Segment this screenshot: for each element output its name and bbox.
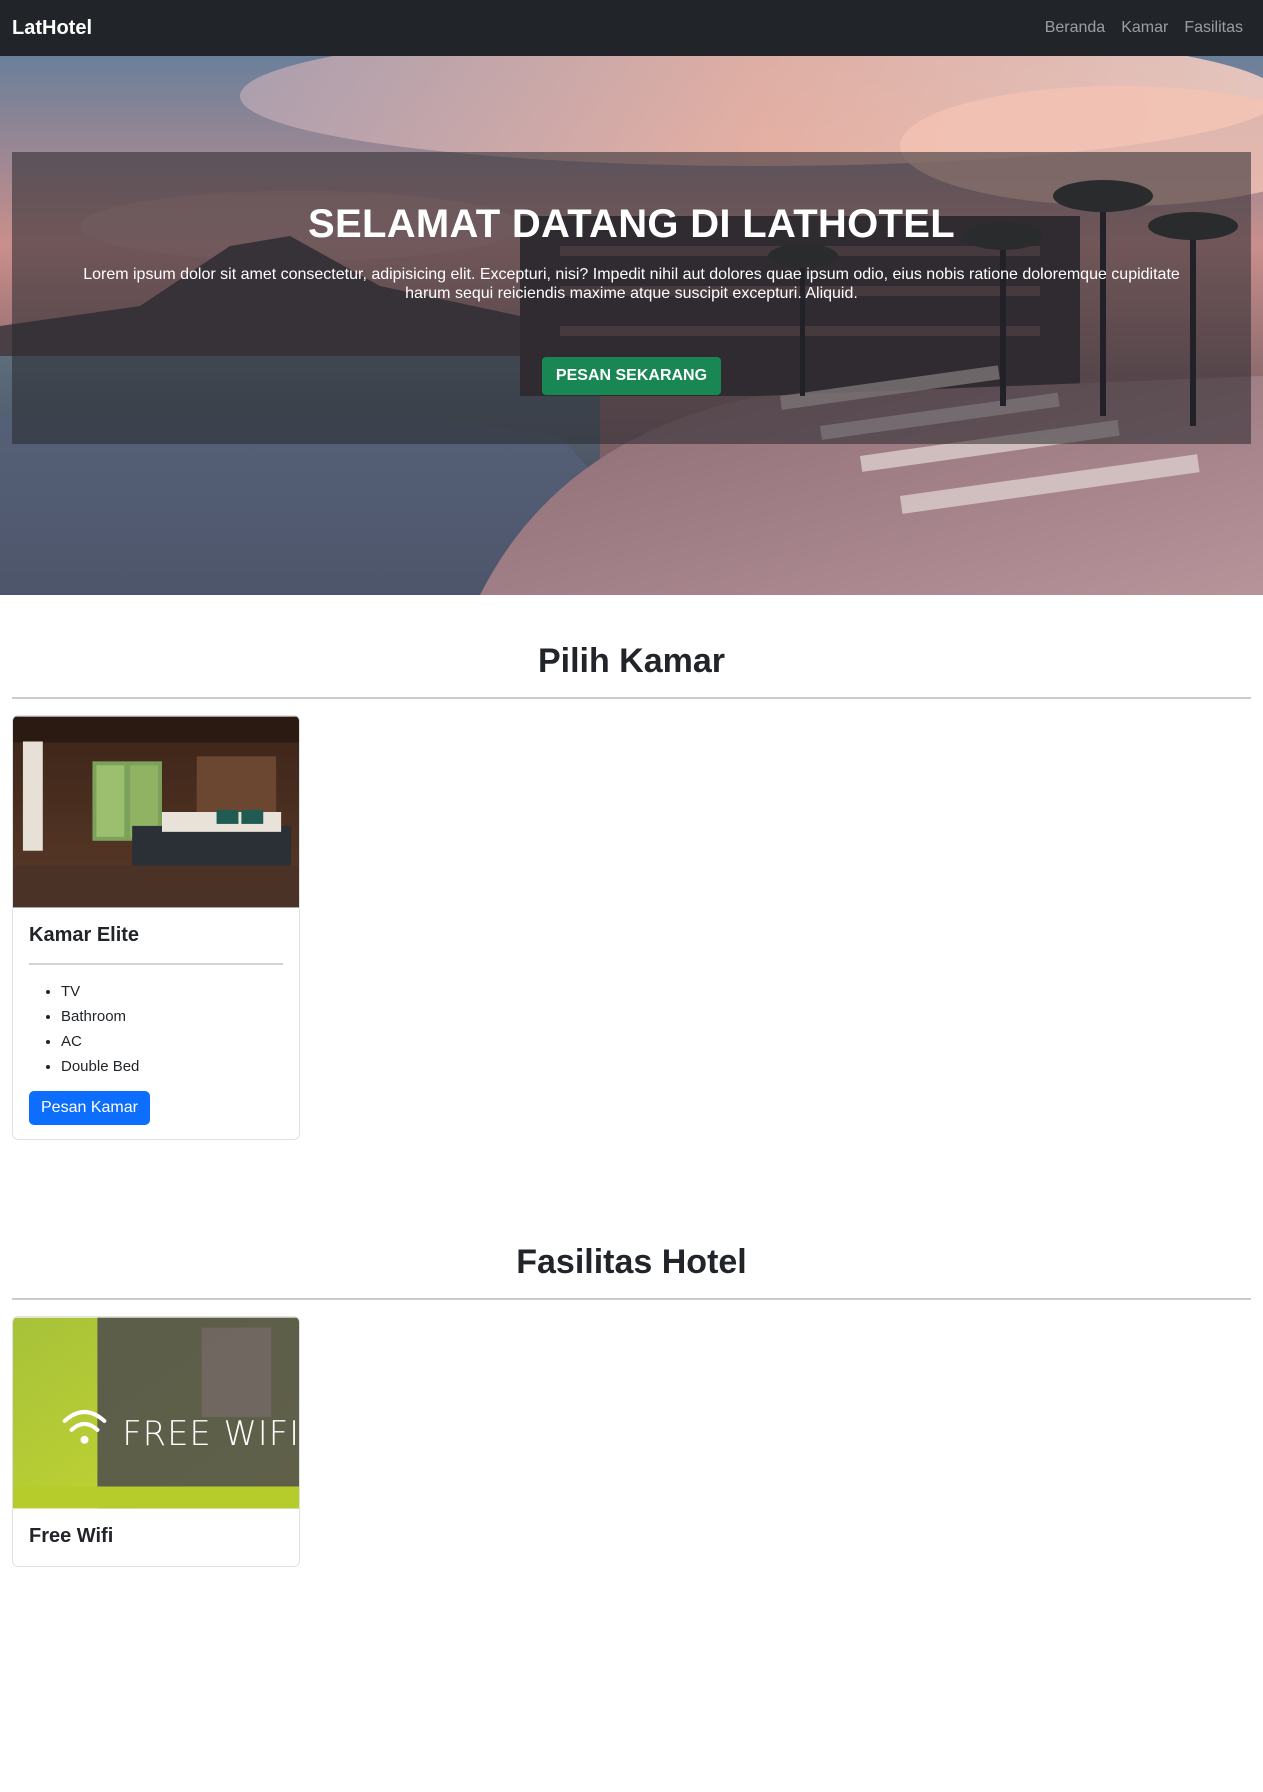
- book-room-button[interactable]: Pesan Kamar: [29, 1091, 150, 1125]
- room-feature-item: Bathroom: [61, 1004, 283, 1029]
- hero-description: Lorem ipsum dolor sit amet consectetur, …: [83, 266, 1180, 302]
- facility-sign-text: FREE WIFI: [122, 1414, 299, 1453]
- nav-link-beranda[interactable]: Beranda: [1045, 19, 1106, 37]
- navbar: LatHotel Beranda Kamar Fasilitas: [0, 0, 1263, 56]
- facilities-section-divider: [12, 1298, 1251, 1300]
- nav-link-fasilitas[interactable]: Fasilitas: [1184, 19, 1243, 37]
- nav-links: Beranda Kamar Fasilitas: [1045, 19, 1251, 37]
- rooms-section-divider: [12, 697, 1251, 699]
- facilities-section-title: Fasilitas Hotel: [516, 1243, 747, 1281]
- hero-banner: SELAMAT DATANG DI LATHOTEL Lorem ipsum d…: [0, 56, 1263, 595]
- facility-image: FREE WIFI: [13, 1317, 299, 1509]
- book-now-button[interactable]: PESAN SEKARANG: [541, 357, 722, 395]
- brand-logo[interactable]: LatHotel: [12, 17, 92, 40]
- room-card-divider: [29, 963, 283, 965]
- room-feature-item: Double Bed: [61, 1054, 283, 1079]
- room-card-body: Kamar Elite TV Bathroom AC Double Bed Pe…: [13, 908, 299, 1139]
- room-feature-item: TV: [61, 979, 283, 1004]
- room-card: Kamar Elite TV Bathroom AC Double Bed Pe…: [12, 715, 300, 1140]
- rooms-section-title: Pilih Kamar: [537, 642, 726, 680]
- room-image: [13, 716, 299, 908]
- hero-overlay: SELAMAT DATANG DI LATHOTEL Lorem ipsum d…: [12, 152, 1251, 444]
- facility-card-body: Free Wifi: [13, 1509, 299, 1566]
- room-features-list: TV Bathroom AC Double Bed: [29, 979, 283, 1079]
- facility-card: FREE WIFI Free Wifi: [12, 1316, 300, 1567]
- room-name: Kamar Elite: [29, 924, 140, 946]
- nav-link-kamar[interactable]: Kamar: [1121, 19, 1168, 37]
- facility-name: Free Wifi: [29, 1525, 114, 1547]
- room-feature-item: AC: [61, 1029, 283, 1054]
- hero-title: SELAMAT DATANG DI LATHOTEL: [308, 202, 955, 246]
